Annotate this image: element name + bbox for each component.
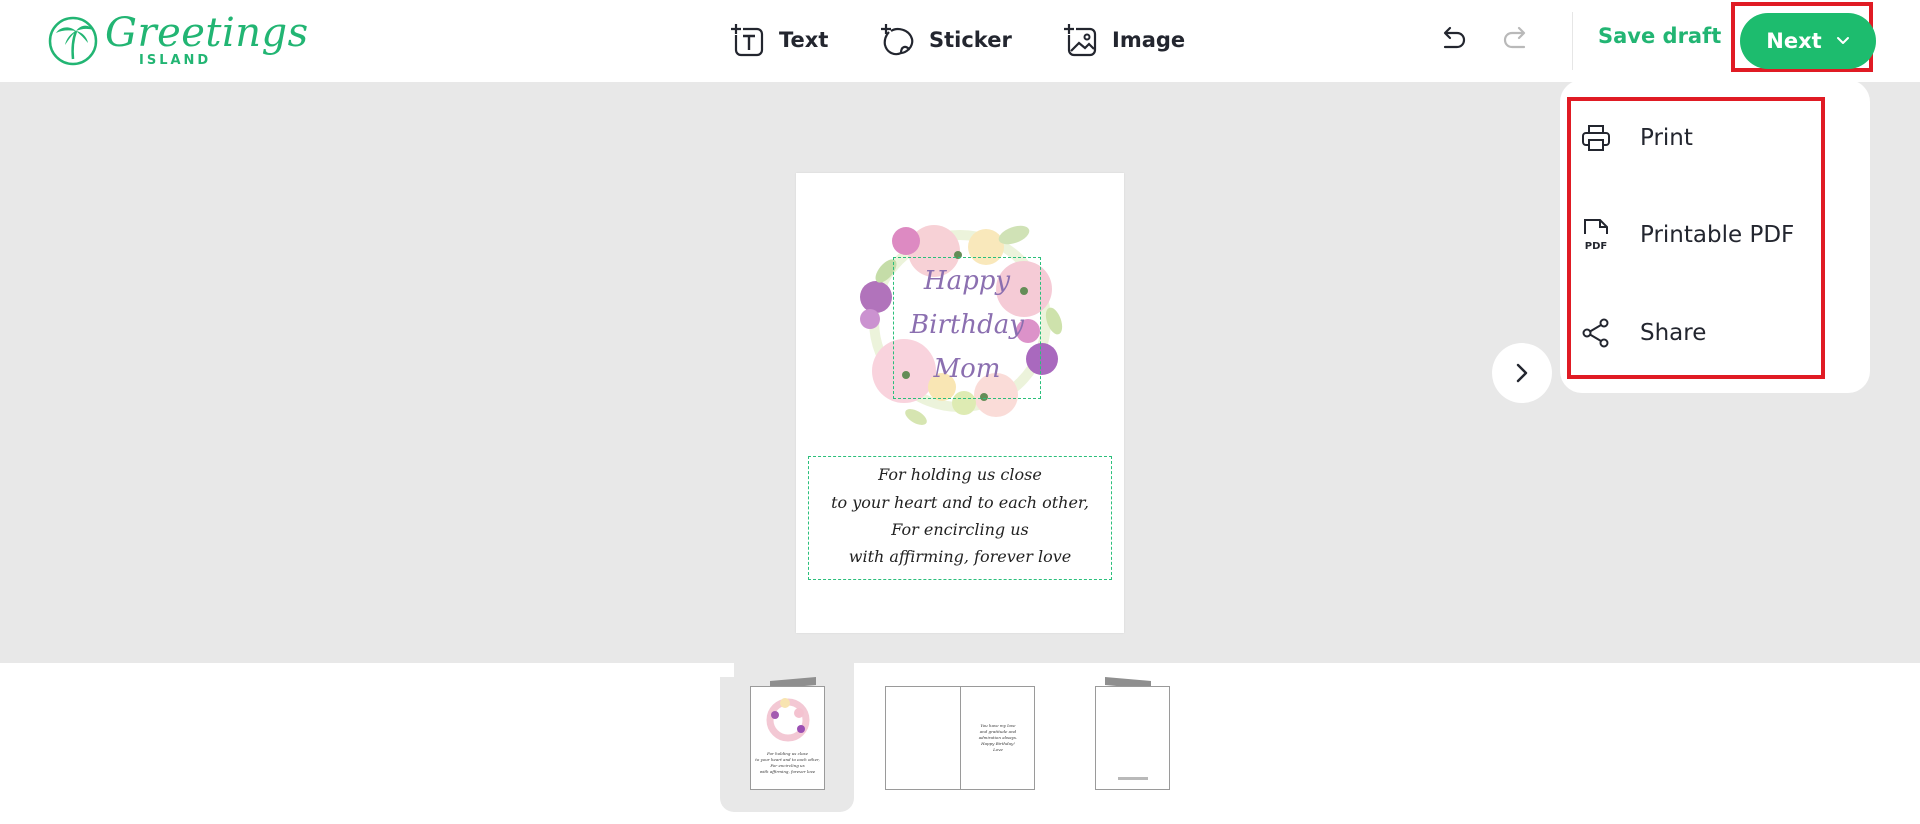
thumb-verse: For holding us close to your heart and t… — [751, 751, 824, 775]
inside-line-1: You have my love — [980, 723, 1016, 728]
thumb-verse-line-3: For encircling us — [770, 763, 805, 768]
chevron-down-icon — [1836, 37, 1849, 44]
verse-text-box[interactable]: For holding us close to your heart and t… — [808, 456, 1112, 580]
redo-button[interactable] — [1499, 22, 1535, 58]
title-line-1: Happy — [923, 266, 1011, 296]
pdf-file-icon: PDF — [1584, 219, 1608, 252]
verse-line-4: with affirming, forever love — [848, 547, 1072, 566]
add-image-label: Image — [1112, 28, 1186, 52]
menu-item-printable-pdf-label: Printable PDF — [1640, 222, 1795, 248]
back-logo-mark — [1118, 777, 1148, 780]
menu-item-share[interactable]: Share — [1580, 308, 1820, 358]
verse-line-1: For holding us close — [878, 465, 1042, 484]
menu-item-printable-pdf[interactable]: PDF Printable PDF — [1580, 210, 1820, 260]
next-label: Next — [1766, 29, 1822, 53]
add-image-icon — [1064, 23, 1097, 57]
add-image-button[interactable]: Image — [1064, 22, 1185, 58]
save-draft-button[interactable]: Save draft — [1598, 24, 1721, 48]
title-line-3: Mom — [933, 354, 1001, 384]
menu-item-print[interactable]: Print — [1580, 113, 1820, 163]
page-thumbnail-inside[interactable]: You have my love and gratitude and admir… — [885, 686, 1035, 790]
add-text-label: Text — [779, 28, 829, 52]
menu-item-print-label: Print — [1640, 125, 1693, 151]
page-thumbnail-back[interactable] — [1095, 686, 1170, 790]
logo-subtitle: ISLAND — [139, 53, 212, 68]
title-line-2: Birthday — [910, 310, 1024, 340]
palm-tree-icon — [48, 16, 98, 66]
add-sticker-icon — [881, 24, 914, 56]
printer-icon — [1582, 125, 1610, 151]
next-button-highlight: Next — [1731, 2, 1876, 72]
add-text-icon — [731, 23, 764, 57]
greetings-island-logo[interactable]: Greetings ISLAND — [47, 10, 308, 68]
verse-line-3: For encircling us — [891, 520, 1029, 539]
undo-button[interactable] — [1434, 22, 1470, 58]
next-page-arrow-button[interactable] — [1492, 343, 1552, 403]
share-icon — [1582, 318, 1609, 348]
title-text-box[interactable]: Happy Birthday Mom — [893, 257, 1041, 399]
add-text-button[interactable]: Text — [731, 22, 828, 58]
top-bar: Greetings ISLAND Text Sticker Image Save… — [0, 0, 1920, 82]
page-thumbnail-front[interactable]: For holding us close to your heart and t… — [750, 686, 825, 790]
thumb-verse-line-2: to your heart and to each other, — [755, 757, 820, 762]
inside-line-4: Happy Birthday! — [981, 741, 1015, 746]
menu-item-share-label: Share — [1640, 320, 1707, 346]
inside-message: You have my love and gratitude and admir… — [961, 723, 1035, 753]
thumb-wreath-image — [766, 698, 810, 742]
chevron-right-icon — [1516, 363, 1528, 383]
inside-line-2: and gratitude and — [979, 729, 1017, 734]
inside-line-3: admiration always. — [978, 735, 1018, 740]
thumb-verse-line-1: For holding us close — [767, 751, 808, 756]
svg-text:PDF: PDF — [1585, 241, 1607, 252]
undo-icon — [1443, 26, 1466, 49]
add-sticker-label: Sticker — [929, 28, 1012, 52]
toolbar-divider — [1572, 12, 1573, 70]
add-sticker-button[interactable]: Sticker — [881, 22, 1012, 58]
card-front-page[interactable]: Happy Birthday Mom For holding us close … — [796, 173, 1124, 633]
thumb-verse-line-4: with affirming, forever love — [759, 769, 816, 774]
page-thumbnails-strip: For holding us close to your heart and t… — [0, 663, 1920, 824]
verse-line-2: to your heart and to each other, — [831, 493, 1089, 512]
logo-wordmark: Greetings — [105, 10, 309, 56]
redo-icon — [1503, 26, 1526, 49]
inside-line-5: Love — [993, 747, 1003, 752]
next-button[interactable]: Next — [1740, 13, 1876, 69]
